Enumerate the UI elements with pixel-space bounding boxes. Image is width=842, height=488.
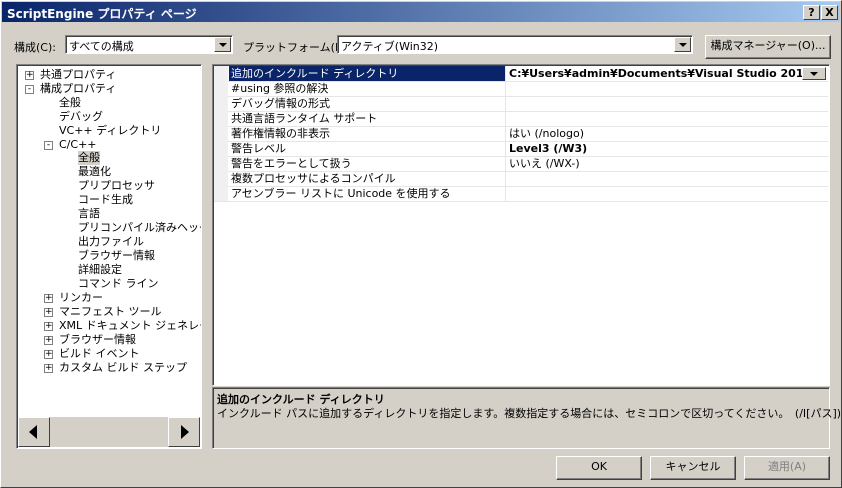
expand-icon[interactable]: + [44, 294, 53, 303]
property-name: #using 参照の解決 [229, 81, 506, 96]
property-value[interactable]: いいえ (/WX-) [506, 156, 827, 171]
property-value[interactable] [506, 96, 827, 111]
tree-item-general[interactable]: 全般 [59, 96, 81, 110]
tree-item-language[interactable]: 言語 [78, 207, 100, 221]
dropdown-button[interactable] [802, 67, 826, 80]
collapse-icon[interactable]: - [44, 141, 53, 150]
property-grid[interactable]: 追加のインクルード ディレクトリ C:¥Users¥admin¥Document… [212, 64, 830, 386]
grid-row-nologo[interactable]: 著作権情報の非表示 はい (/nologo) [214, 126, 828, 142]
chevron-down-icon[interactable] [674, 37, 691, 52]
tree-item-vcpp-dirs[interactable]: VC++ ディレクトリ [59, 124, 161, 138]
tree-item-label: 構成プロパティ [40, 82, 117, 95]
description-text: インクルード パスに追加するディレクトリを指定します。複数指定する場合には、セミ… [217, 407, 842, 420]
platform-label: プラットフォーム(P): [243, 41, 350, 54]
property-value[interactable] [506, 186, 827, 201]
tree-item-label: C/C++ [59, 138, 97, 151]
ok-button[interactable]: OK [556, 456, 642, 480]
apply-button-label: 適用(A) [767, 460, 807, 473]
property-name: 警告をエラーとして扱う [229, 156, 506, 171]
property-tree[interactable]: + 共通プロパティ - 構成プロパティ 全般 デバッグ VC++ ディレクトリ … [16, 64, 202, 449]
property-pages-dialog: ScriptEngine プロパティ ページ ? X 構成(C): すべての構成… [0, 0, 842, 488]
expand-icon[interactable]: + [44, 364, 53, 373]
property-value[interactable] [506, 171, 827, 186]
arrow-right-icon [181, 425, 189, 439]
cancel-button[interactable]: キャンセル [650, 456, 736, 480]
tree-item-label: マニフェスト ツール [59, 305, 162, 318]
expand-icon[interactable]: + [25, 71, 34, 80]
grid-row-using-ref[interactable]: #using 参照の解決 [214, 81, 828, 97]
chevron-down-icon[interactable] [214, 37, 231, 52]
grid-row-debug-format[interactable]: デバッグ情報の形式 [214, 96, 828, 112]
description-panel: 追加のインクルード ディレクトリ インクルード パスに追加するディレクトリを指定… [212, 387, 841, 449]
expand-icon[interactable]: + [44, 322, 53, 331]
grid-row-clr-support[interactable]: 共通言語ランタイム サポート [214, 111, 828, 127]
grid-row-asm-unicode[interactable]: アセンブラー リストに Unicode を使用する [214, 186, 828, 202]
property-name: 警告レベル [229, 141, 506, 156]
tree-item-label: 共通プロパティ [40, 68, 117, 81]
chevron-down-icon [810, 72, 818, 76]
property-value[interactable]: はい (/nologo) [506, 126, 827, 141]
tree-item-label: ブラウザー情報 [59, 333, 136, 346]
tree-item-optimization[interactable]: 最適化 [78, 165, 111, 179]
grid-row-warnings-as-errors[interactable]: 警告をエラーとして扱う いいえ (/WX-) [214, 156, 828, 172]
config-select[interactable]: すべての構成 [65, 35, 233, 54]
tree-item-code-generation[interactable]: コード生成 [78, 193, 133, 207]
config-manager-button-label: 構成マネージャー(O)... [710, 39, 826, 52]
horizontal-scrollbar[interactable] [18, 417, 200, 447]
tree-item-label: リンカー [59, 291, 103, 304]
scroll-right-button[interactable] [168, 417, 200, 447]
apply-button[interactable]: 適用(A) [744, 456, 830, 480]
grid-row-include-dirs[interactable]: 追加のインクルード ディレクトリ C:¥Users¥admin¥Document… [214, 66, 828, 82]
tree-item-cpp-general[interactable]: 全般 [78, 151, 100, 165]
property-name: 追加のインクルード ディレクトリ [229, 66, 506, 81]
property-name: 複数プロセッサによるコンパイル [229, 171, 506, 186]
tree-item-debug[interactable]: デバッグ [59, 110, 103, 124]
close-button[interactable]: X [821, 5, 838, 20]
property-name: 共通言語ランタイム サポート [229, 111, 506, 126]
config-select-value: すべての構成 [69, 40, 134, 53]
property-name: デバッグ情報の形式 [229, 96, 506, 111]
expand-icon[interactable]: + [44, 308, 53, 317]
arrow-left-icon [29, 425, 37, 439]
tree-item-advanced[interactable]: 詳細設定 [78, 263, 122, 277]
property-value[interactable] [506, 111, 827, 126]
platform-select[interactable]: アクティブ(Win32) [337, 35, 693, 54]
tree-item-command-line[interactable]: コマンド ライン [78, 277, 159, 291]
platform-select-value: アクティブ(Win32) [341, 40, 439, 53]
property-value[interactable]: Level3 (/W3) [506, 141, 827, 156]
grid-row-multiproc[interactable]: 複数プロセッサによるコンパイル [214, 171, 828, 187]
window-title: ScriptEngine プロパティ ページ [7, 7, 197, 21]
property-name: 著作権情報の非表示 [229, 126, 506, 141]
config-manager-button[interactable]: 構成マネージャー(O)... [705, 35, 831, 59]
tree-item-preprocessor[interactable]: プリプロセッサ [78, 179, 155, 193]
title-bar: ScriptEngine プロパティ ページ ? X [2, 2, 840, 22]
config-label: 構成(C): [14, 41, 56, 54]
ok-button-label: OK [591, 460, 607, 473]
property-value[interactable] [506, 81, 827, 96]
property-name: アセンブラー リストに Unicode を使用する [229, 186, 506, 201]
tree-item-label: カスタム ビルド ステップ [59, 361, 187, 374]
collapse-icon[interactable]: - [25, 85, 34, 94]
help-button[interactable]: ? [803, 5, 820, 20]
tree-item-output-files[interactable]: 出力ファイル [78, 235, 144, 249]
expand-icon[interactable]: + [44, 336, 53, 345]
tree-item-browse-info[interactable]: ブラウザー情報 [78, 249, 155, 263]
tree-item-label: ビルド イベント [59, 347, 140, 360]
scroll-left-button[interactable] [18, 417, 50, 447]
grid-row-warning-level[interactable]: 警告レベル Level3 (/W3) [214, 141, 828, 157]
tree-item-label: XML ドキュメント ジェネレーター [59, 319, 201, 332]
property-value[interactable]: C:¥Users¥admin¥Documents¥Visual Studio 2… [506, 66, 827, 81]
tree-item-precompiled-headers[interactable]: プリコンパイル済みヘッダー [78, 221, 201, 235]
cancel-button-label: キャンセル [665, 460, 721, 473]
expand-icon[interactable]: + [44, 350, 53, 359]
